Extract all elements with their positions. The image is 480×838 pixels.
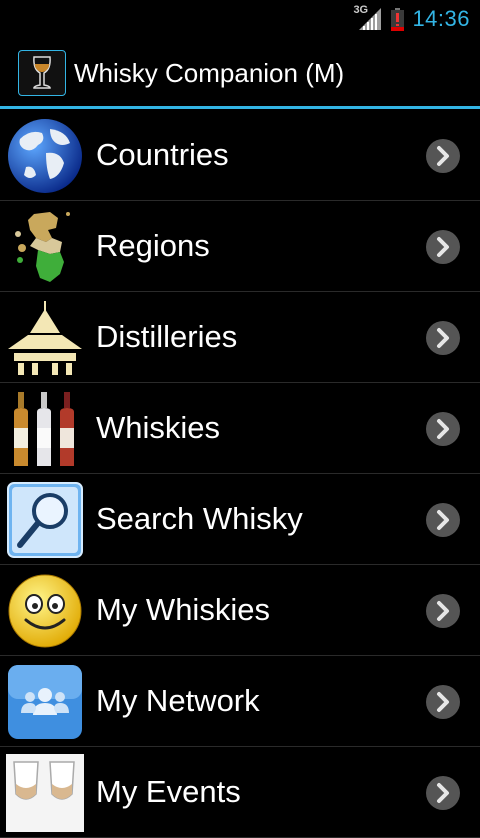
battery-low-icon (391, 7, 405, 31)
chevron-right-icon (426, 776, 460, 810)
menu-item-search-whisky[interactable]: Search Whisky (0, 474, 480, 565)
main-menu-list: Countries Regions Distilleries Whiskies … (0, 110, 480, 838)
app-title: Whisky Companion (M) (74, 58, 345, 88)
menu-item-my-events[interactable]: My Events (0, 747, 480, 838)
globe-icon (6, 117, 84, 195)
menu-item-label: My Network (96, 683, 260, 718)
chevron-right-icon (426, 230, 460, 264)
scotland-map-icon (6, 208, 84, 286)
menu-item-label: Regions (96, 228, 210, 263)
chevron-right-icon (426, 685, 460, 719)
people-icon (6, 663, 84, 741)
status-indicators: 3G 14:36 (353, 4, 470, 34)
chevron-right-icon (426, 594, 460, 628)
smiley-icon (6, 572, 84, 650)
menu-item-label: Search Whisky (96, 501, 303, 536)
menu-item-label: Whiskies (96, 410, 221, 445)
app-bar: Whisky Companion (M) (0, 38, 480, 108)
chevron-right-icon (426, 412, 460, 446)
chevron-right-icon (426, 139, 460, 173)
menu-item-label: Distilleries (96, 319, 238, 354)
menu-item-label: My Whiskies (96, 592, 270, 627)
menu-item-my-whiskies[interactable]: My Whiskies (0, 565, 480, 656)
clock: 14:36 (412, 6, 470, 31)
menu-item-label: Countries (96, 137, 229, 172)
menu-item-my-network[interactable]: My Network (0, 656, 480, 747)
menu-item-countries[interactable]: Countries (0, 110, 480, 201)
menu-item-distilleries[interactable]: Distilleries (0, 292, 480, 383)
menu-item-whiskies[interactable]: Whiskies (0, 383, 480, 474)
status-bar: 3G 14:36 (0, 0, 480, 38)
menu-item-label: My Events (96, 774, 241, 809)
magnifier-icon (6, 481, 84, 559)
menu-item-regions[interactable]: Regions (0, 201, 480, 292)
chevron-right-icon (426, 321, 460, 355)
whisky-glass-icon[interactable] (18, 50, 66, 96)
glasses-icon (6, 754, 84, 832)
chevron-right-icon (426, 503, 460, 537)
signal-icon: 3G (353, 4, 383, 32)
bottles-icon (6, 390, 84, 468)
pagoda-icon (6, 299, 84, 377)
app-bar-divider (0, 106, 480, 109)
